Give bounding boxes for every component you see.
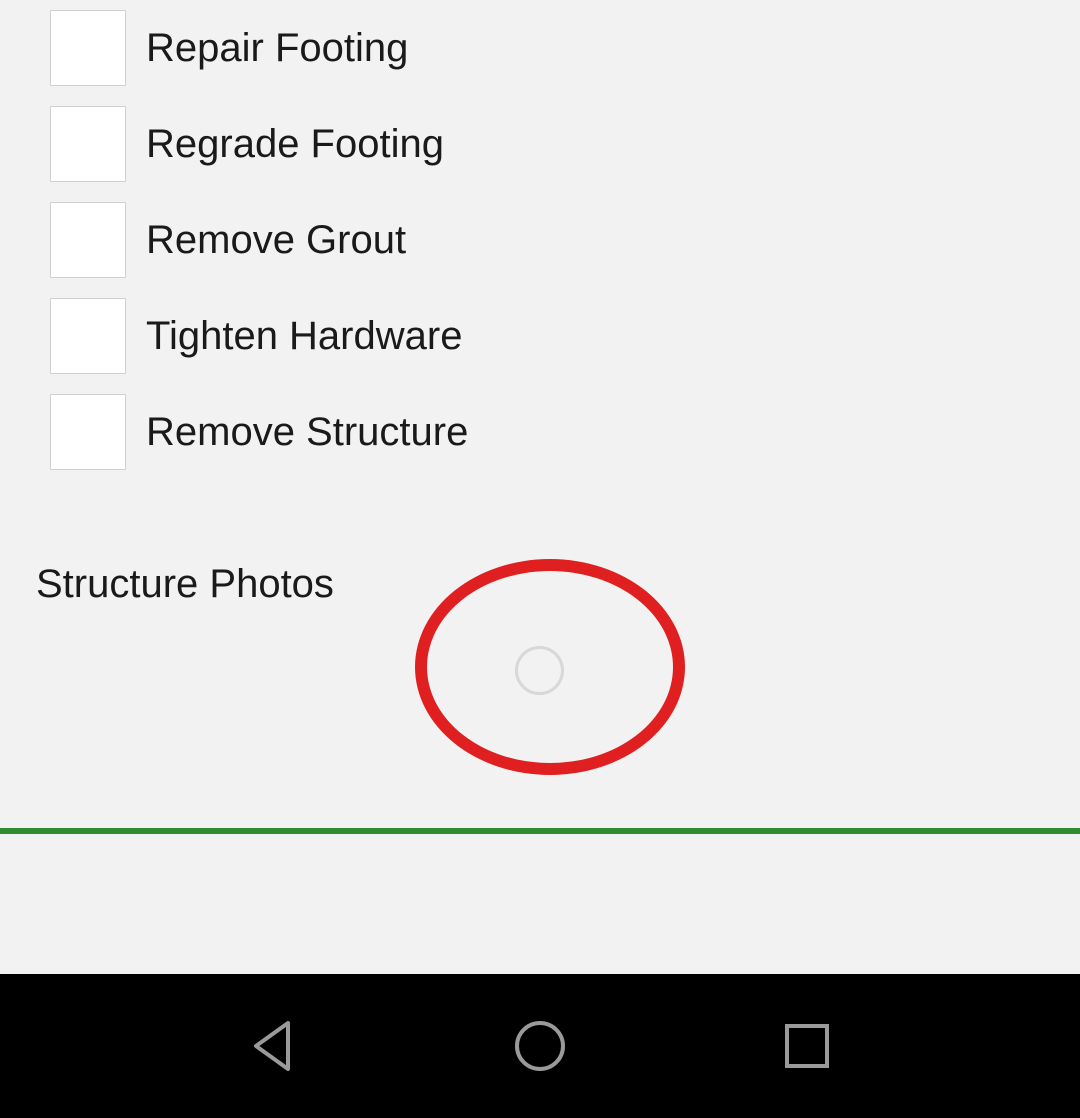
- checkbox-regrade-footing[interactable]: [50, 106, 126, 182]
- checkbox-repair-footing[interactable]: [50, 10, 126, 86]
- form-content: Repair Footing Regrade Footing Remove Gr…: [0, 0, 1080, 607]
- checkbox-label: Repair Footing: [146, 26, 408, 71]
- section-title-structure-photos: Structure Photos: [36, 562, 1080, 607]
- checkbox-remove-grout[interactable]: [50, 202, 126, 278]
- checkbox-label: Remove Structure: [146, 410, 468, 455]
- checkbox-tighten-hardware[interactable]: [50, 298, 126, 374]
- checkbox-row-repair-footing: Repair Footing: [50, 0, 1080, 96]
- checkbox-remove-structure[interactable]: [50, 394, 126, 470]
- checkbox-row-remove-grout: Remove Grout: [50, 192, 1080, 288]
- nav-home-button[interactable]: [510, 1016, 570, 1076]
- checkbox-row-tighten-hardware: Tighten Hardware: [50, 288, 1080, 384]
- home-icon: [513, 1019, 567, 1073]
- checkbox-row-regrade-footing: Regrade Footing: [50, 96, 1080, 192]
- divider: [0, 828, 1080, 834]
- nav-recent-button[interactable]: [777, 1016, 837, 1076]
- photo-upload-placeholder[interactable]: [515, 646, 564, 695]
- nav-back-button[interactable]: [243, 1016, 303, 1076]
- back-icon: [248, 1019, 298, 1073]
- android-nav-bar: [0, 974, 1080, 1118]
- checkbox-label: Remove Grout: [146, 218, 406, 263]
- checkbox-label: Regrade Footing: [146, 122, 444, 167]
- checkbox-label: Tighten Hardware: [146, 314, 462, 359]
- checkbox-row-remove-structure: Remove Structure: [50, 384, 1080, 480]
- recent-icon: [784, 1023, 830, 1069]
